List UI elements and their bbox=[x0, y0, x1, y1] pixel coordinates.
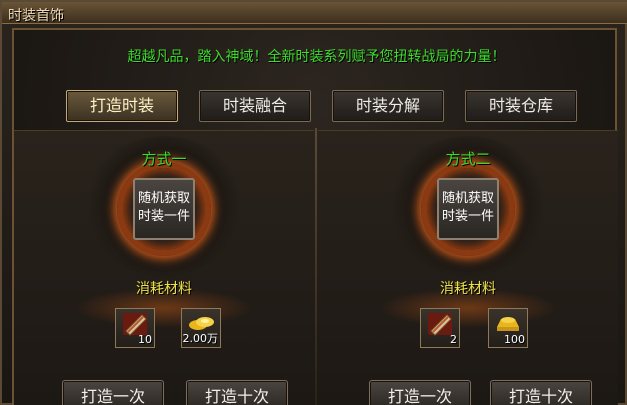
material-slot-gold[interactable]: 2.00万 bbox=[181, 308, 221, 348]
material-slot-scroll[interactable]: 10 bbox=[115, 308, 155, 348]
tab-craft-fashion[interactable]: 打造时装 bbox=[66, 90, 178, 122]
cost-label: 消耗材料 bbox=[136, 281, 192, 297]
panel-divider bbox=[315, 128, 317, 405]
window-title: 时装首饰 bbox=[8, 8, 64, 24]
craft-panel-method-two: 方式二 随机获取 时装一件 消耗材料 2 100 打造一次 打造十次 bbox=[318, 130, 618, 405]
craft-ten-button[interactable]: 打造十次 bbox=[186, 380, 288, 405]
material-qty: 10 bbox=[138, 333, 152, 346]
craft-once-button[interactable]: 打造一次 bbox=[369, 380, 471, 405]
material-qty: 2.00万 bbox=[182, 332, 219, 345]
material-slot-scroll[interactable]: 2 bbox=[420, 308, 460, 348]
slogan-text: 超越凡品，踏入神域！全新时装系列赋予您扭转战局的力量！ bbox=[127, 49, 506, 65]
tab-fuse-fashion[interactable]: 时装融合 bbox=[199, 90, 311, 122]
craft-panel-method-one: 方式一 随机获取 时装一件 消耗材料 10 2.00万 打造一次 打造十次 bbox=[14, 130, 314, 405]
random-line-1: 随机获取 bbox=[137, 191, 190, 206]
random-line-2: 时装一件 bbox=[441, 209, 494, 224]
title-bar[interactable]: 时装首饰 bbox=[2, 2, 627, 24]
method-label: 方式一 bbox=[141, 150, 187, 168]
random-line-2: 时装一件 bbox=[137, 209, 190, 224]
tab-decompose-fashion[interactable]: 时装分解 bbox=[332, 90, 444, 122]
material-qty: 2 bbox=[450, 333, 457, 346]
material-slot-gold[interactable]: 100 bbox=[488, 308, 528, 348]
content-frame: 超越凡品，踏入神域！全新时装系列赋予您扭转战局的力量！ 打造时装 时装融合 时装… bbox=[12, 28, 618, 405]
random-fashion-slot[interactable]: 随机获取 时装一件 bbox=[133, 178, 195, 240]
fashion-window: 时装首饰 超越凡品，踏入神域！全新时装系列赋予您扭转战局的力量！ 打造时装 时装… bbox=[0, 0, 627, 405]
material-qty: 100 bbox=[504, 333, 525, 346]
method-label: 方式二 bbox=[445, 150, 491, 168]
random-fashion-slot[interactable]: 随机获取 时装一件 bbox=[437, 178, 499, 240]
tab-fashion-storage[interactable]: 时装仓库 bbox=[465, 90, 577, 122]
random-line-1: 随机获取 bbox=[441, 191, 494, 206]
craft-once-button[interactable]: 打造一次 bbox=[62, 380, 164, 405]
craft-ten-button[interactable]: 打造十次 bbox=[490, 380, 592, 405]
cost-label: 消耗材料 bbox=[440, 281, 496, 297]
